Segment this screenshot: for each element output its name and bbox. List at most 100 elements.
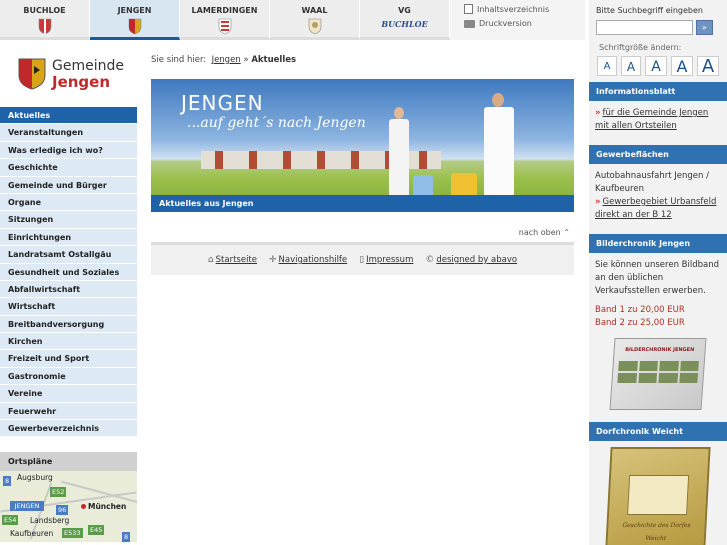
tab-vg-buchloe[interactable]: VG BUCHLOE xyxy=(360,0,450,40)
print-link[interactable]: Druckversion xyxy=(464,19,585,28)
man-image xyxy=(484,107,514,197)
menu-item-freizeit-und-sport[interactable]: Freizeit und Sport xyxy=(0,350,137,368)
menu-item-gastronomie[interactable]: Gastronomie xyxy=(0,367,137,386)
breadcrumb-separator: » xyxy=(243,55,249,65)
map-label-landsberg: Landsberg xyxy=(30,516,70,526)
menu-item-vereine[interactable]: Vereine xyxy=(0,385,137,403)
book-thumbnails xyxy=(617,361,699,383)
city-marker-icon xyxy=(81,504,86,510)
map-label-augsburg: Augsburg xyxy=(17,473,53,483)
document-icon: ▯ xyxy=(359,255,365,265)
footer-designer-link[interactable]: designed by abavo xyxy=(436,255,517,265)
tab-jengen[interactable]: JENGEN xyxy=(90,0,180,40)
ortsplaene-heading: Ortspläne xyxy=(0,452,137,472)
road-shield: E52 xyxy=(50,487,67,498)
region-map[interactable]: 8 Augsburg E52 JENGEN 96 München E54 Lan… xyxy=(0,471,137,543)
child-image xyxy=(413,175,433,197)
dorfchronik-book-image[interactable]: Geschichte des Dorfes Weicht xyxy=(605,447,711,545)
menu-item-gemeinde-und-bürger[interactable]: Gemeinde und Bürger xyxy=(0,176,137,194)
footer-startseite-link[interactable]: Startseite xyxy=(216,255,257,265)
tab-label: BUCHLOE xyxy=(23,6,66,15)
info-link[interactable]: für die Gemeinde Jengen mit allen Ortste… xyxy=(595,108,708,131)
breadcrumb-link-jengen[interactable]: Jengen xyxy=(212,55,241,65)
hero-banner: JENGEN ...auf geht´s nach Jengen Aktuell… xyxy=(151,79,574,212)
menu-item-organe[interactable]: Organe xyxy=(0,193,137,212)
main-content: Sie sind hier: Jengen » Aktuelles JENGEN… xyxy=(151,40,574,545)
dorf-heading: Dorfchronik Weicht xyxy=(589,422,727,441)
road-shield: 96 xyxy=(56,505,69,516)
gewerbe-heading: Gewerbeflächen xyxy=(589,145,727,164)
font-size-l-button[interactable]: A xyxy=(671,56,693,76)
footer-navigationshilfe-link[interactable]: Navigationshilfe xyxy=(279,255,348,265)
footer-impressum-link[interactable]: Impressum xyxy=(366,255,413,265)
tab-waal[interactable]: WAAL xyxy=(270,0,360,40)
document-icon xyxy=(464,4,473,14)
site-logo[interactable]: Gemeinde Jengen xyxy=(0,40,137,107)
top-navigation: BUCHLOE JENGEN LAMERDINGEN WAAL VG BUCHL… xyxy=(0,0,589,40)
sitemap-label: Inhaltsverzeichnis xyxy=(477,4,550,14)
tab-buchloe[interactable]: BUCHLOE xyxy=(0,0,90,40)
search-label: Bitte Suchbegriff eingeben xyxy=(596,6,703,15)
jengen-crest-icon xyxy=(128,18,141,35)
house-image xyxy=(627,475,690,515)
right-sidebar: Bitte Suchbegriff eingeben » Schriftgröß… xyxy=(589,0,727,545)
man-head-image xyxy=(492,93,504,107)
tab-label: JENGEN xyxy=(117,6,152,15)
menu-item-landratsamt-ostallgäu[interactable]: Landratsamt Ostallgäu xyxy=(0,246,137,264)
map-label-jengen: JENGEN xyxy=(10,501,44,512)
left-sidebar: Gemeinde Jengen Aktuelles Veranstaltungen… xyxy=(0,40,137,545)
lamerdingen-crest-icon xyxy=(218,18,231,35)
printer-icon xyxy=(464,19,475,28)
menu-item-feuerwehr[interactable]: Feuerwehr xyxy=(0,402,137,421)
tab-label: WAAL xyxy=(301,6,328,15)
band2-price: Band 2 zu 25,00 EUR xyxy=(595,318,685,328)
sitemap-link[interactable]: Inhaltsverzeichnis xyxy=(464,4,585,14)
search-box: Bitte Suchbegriff eingeben » xyxy=(589,0,727,35)
menu-item-was-erledige-ich-wo[interactable]: Was erledige ich wo? xyxy=(0,141,137,160)
jengen-crest-icon xyxy=(18,58,46,90)
search-button[interactable]: » xyxy=(696,20,713,35)
arrow-icon: » xyxy=(595,108,601,118)
menu-item-gesundheit-und-soziales[interactable]: Gesundheit und Soziales xyxy=(0,263,137,281)
menu-item-veranstaltungen[interactable]: Veranstaltungen xyxy=(0,124,137,142)
breadcrumb: Sie sind hier: Jengen » Aktuelles xyxy=(151,40,574,65)
band1-price: Band 1 zu 20,00 EUR xyxy=(595,305,685,315)
menu-item-aktuelles[interactable]: Aktuelles xyxy=(0,107,137,125)
bilderchronik-book-image[interactable]: BILDERCHRONIK JENGEN xyxy=(609,338,707,410)
bilder-text: Sie können unseren Bildband an den üblic… xyxy=(595,260,719,296)
gewerbe-link[interactable]: Gewerbegebiet Urbansfeld direkt an der B… xyxy=(595,197,716,220)
gewerbe-text: Autobahnausfahrt Jengen / Kaufbeuren xyxy=(595,171,709,194)
logo-line-2: Jengen xyxy=(52,72,111,91)
menu-item-wirtschaft[interactable]: Wirtschaft xyxy=(0,298,137,316)
map-label-muenchen: München xyxy=(88,502,127,512)
info-box: » für die Gemeinde Jengen mit allen Ortst… xyxy=(589,101,727,139)
banner-title: JENGEN xyxy=(181,91,264,115)
road-shield: E533 xyxy=(62,528,83,539)
search-input[interactable] xyxy=(596,20,693,35)
menu-item-gewerbeverzeichnis[interactable]: Gewerbeverzeichnis xyxy=(0,420,137,438)
menu-item-sitzungen[interactable]: Sitzungen xyxy=(0,211,137,229)
tab-label: LAMERDINGEN xyxy=(191,6,258,15)
menu-item-einrichtungen[interactable]: Einrichtungen xyxy=(0,228,137,247)
copyright-icon: © xyxy=(425,255,435,265)
font-size-switcher: A A A A A xyxy=(589,52,727,77)
map-label-kaufbeuren: Kaufbeuren xyxy=(10,529,54,539)
font-size-s-button[interactable]: A xyxy=(621,56,641,76)
vg-buchloe-logo: BUCHLOE xyxy=(381,19,428,29)
menu-item-kirchen[interactable]: Kirchen xyxy=(0,333,137,351)
menu-item-geschichte[interactable]: Geschichte xyxy=(0,159,137,177)
nach-oben-link[interactable]: nach oben ⌃ xyxy=(151,228,574,237)
woman-image xyxy=(389,119,409,197)
footer: ⌂ Startseite ✛ Navigationshilfe ▯ Impressum… xyxy=(151,242,574,275)
road-shield: 8 xyxy=(122,532,131,543)
font-size-xl-button[interactable]: A xyxy=(697,56,719,77)
font-size-xs-button[interactable]: A xyxy=(597,56,617,76)
font-size-m-button[interactable]: A xyxy=(645,56,667,76)
woman-head-image xyxy=(394,107,404,119)
menu-item-abfallwirtschaft[interactable]: Abfallwirtschaft xyxy=(0,280,137,299)
book2-title: Geschichte des Dorfes Weicht xyxy=(622,522,691,542)
tab-lamerdingen[interactable]: LAMERDINGEN xyxy=(180,0,270,40)
menu-item-breitbandversorgung[interactable]: Breitbandversorgung xyxy=(0,315,137,334)
breadcrumb-prefix: Sie sind hier: xyxy=(151,55,207,65)
navigation-icon: ✛ xyxy=(269,255,277,265)
